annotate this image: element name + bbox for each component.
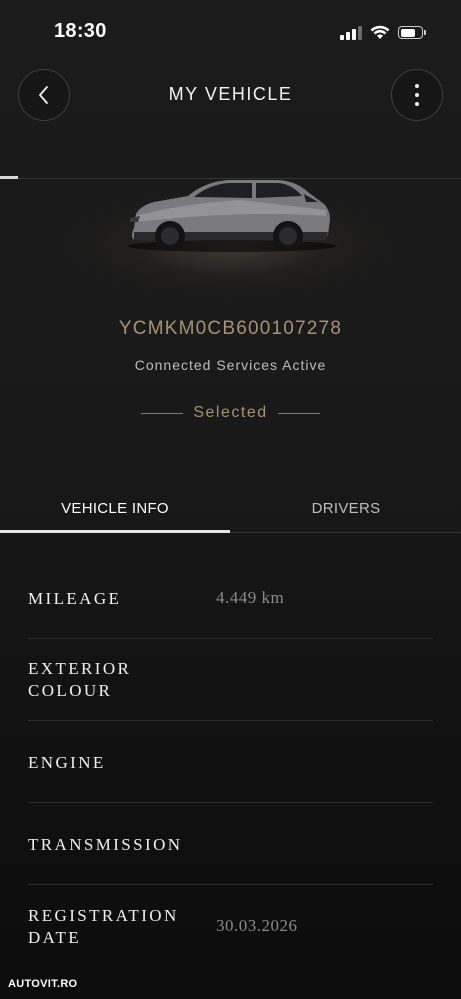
registration-date-label-line2: DATE (28, 928, 82, 947)
row-divider (28, 802, 433, 803)
exterior-colour-label-line2: COLOUR (28, 681, 113, 700)
selected-divider-right (277, 412, 320, 414)
connection-status: Connected Services Active (134, 357, 327, 373)
status-icons (340, 25, 426, 40)
row-divider (28, 720, 433, 721)
tab-vehicle-info[interactable]: VEHICLE INFO (0, 500, 230, 517)
vehicle-vin: YCMKM0CB600107278 (118, 318, 343, 339)
watermark: AUTOVIT.RO (8, 978, 78, 990)
wifi-icon (370, 25, 390, 39)
selected-label: Selected (193, 404, 268, 421)
tab-drivers[interactable]: DRIVERS (231, 500, 461, 517)
mileage-label: MILEAGE (28, 589, 122, 608)
exterior-colour-label-line1: EXTERIOR (28, 659, 132, 678)
battery-icon (398, 26, 426, 39)
more-options-button[interactable] (391, 69, 443, 121)
row-divider (28, 638, 433, 639)
registration-date-label-line1: REGISTRATION (28, 906, 179, 925)
row-divider (28, 884, 433, 885)
selected-divider-left (141, 412, 184, 414)
active-tab-underline (0, 530, 230, 533)
engine-label: ENGINE (28, 753, 106, 772)
vehicle-screen: 18:30 MY VEHICLE YCMKM0CB600107278 Conne… (0, 0, 461, 999)
registration-date-label: REGISTRATION DATE (28, 905, 179, 949)
exterior-colour-label: EXTERIOR COLOUR (28, 658, 131, 702)
mileage-value: 4.449 km (216, 588, 285, 607)
vehicle-image (128, 180, 336, 252)
more-vertical-icon (415, 84, 419, 106)
carousel-indicator (0, 176, 18, 179)
registration-date-value: 30.03.2026 (216, 916, 298, 935)
status-time: 18:30 (54, 20, 107, 42)
selected-indicator: Selected (0, 404, 461, 422)
transmission-label: TRANSMISSION (28, 835, 183, 854)
cellular-signal-icon (340, 25, 362, 40)
